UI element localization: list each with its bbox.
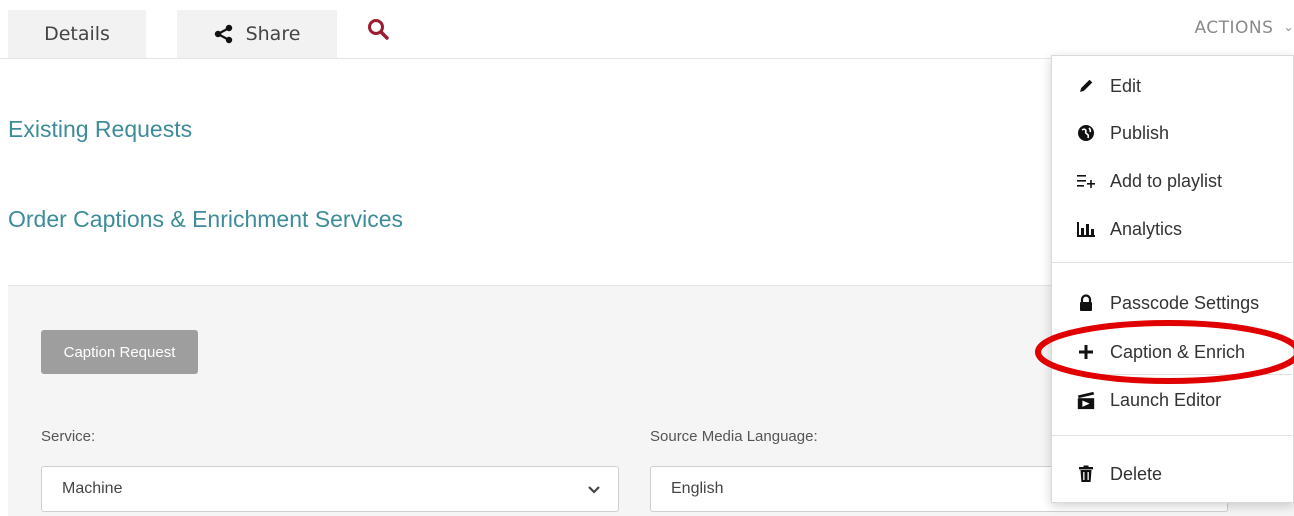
actions-dropdown-button[interactable]: ACTIONS ⌄ xyxy=(1114,18,1294,38)
menu-divider xyxy=(1052,435,1294,436)
share-icon xyxy=(214,24,232,44)
menu-item-publish[interactable]: Publish xyxy=(1052,113,1294,153)
chevron-down-icon xyxy=(588,486,600,494)
clapperboard-icon xyxy=(1076,390,1096,410)
menu-item-analytics[interactable]: Analytics xyxy=(1052,209,1294,249)
service-select[interactable]: Machine xyxy=(41,466,619,512)
source-language-value: English xyxy=(671,480,724,497)
menu-item-label: Publish xyxy=(1110,122,1170,143)
menu-item-delete[interactable]: Delete xyxy=(1052,454,1294,494)
actions-menu: Edit Publish Add to playlist Analytics P… xyxy=(1051,55,1294,503)
tab-details-label: Details xyxy=(44,23,110,45)
menu-item-label: Caption & Enrich xyxy=(1110,341,1246,362)
menu-item-label: Launch Editor xyxy=(1110,389,1222,410)
menu-item-add-to-playlist[interactable]: Add to playlist xyxy=(1052,161,1294,201)
lock-icon xyxy=(1076,293,1096,313)
order-services-heading[interactable]: Order Captions & Enrichment Services xyxy=(8,206,403,233)
globe-icon xyxy=(1076,123,1096,143)
menu-item-caption-enrich[interactable]: Caption & Enrich xyxy=(1052,332,1294,372)
tab-bar: Details Share ACTIONS ⌄ xyxy=(0,0,1294,59)
tab-share-label: Share xyxy=(245,23,301,45)
trash-icon xyxy=(1076,464,1096,484)
menu-item-launch-editor[interactable]: Launch Editor xyxy=(1052,380,1294,420)
pencil-icon xyxy=(1076,76,1096,96)
menu-item-label: Delete xyxy=(1110,463,1163,484)
chevron-down-icon: ⌄ xyxy=(1283,20,1294,34)
menu-divider xyxy=(1052,262,1294,263)
menu-item-label: Edit xyxy=(1110,75,1142,96)
playlist-add-icon xyxy=(1076,171,1096,191)
bar-chart-icon xyxy=(1076,219,1096,239)
tab-share[interactable]: Share xyxy=(177,10,337,58)
search-button[interactable] xyxy=(366,17,390,41)
menu-item-label: Analytics xyxy=(1110,218,1183,239)
plus-icon xyxy=(1076,342,1096,362)
tab-details[interactable]: Details xyxy=(8,10,146,58)
menu-item-passcode-settings[interactable]: Passcode Settings xyxy=(1052,283,1294,323)
service-label: Service: xyxy=(41,428,96,445)
source-language-label: Source Media Language: xyxy=(650,428,818,445)
menu-item-label: Add to playlist xyxy=(1110,170,1223,191)
service-value: Machine xyxy=(62,480,123,497)
existing-requests-heading[interactable]: Existing Requests xyxy=(8,116,192,143)
menu-item-edit[interactable]: Edit xyxy=(1052,66,1294,106)
search-icon xyxy=(368,19,389,40)
menu-item-underline xyxy=(1092,374,1292,375)
caption-request-button[interactable]: Caption Request xyxy=(41,330,198,374)
menu-item-label: Passcode Settings xyxy=(1110,292,1260,313)
actions-label: ACTIONS xyxy=(1194,18,1274,38)
